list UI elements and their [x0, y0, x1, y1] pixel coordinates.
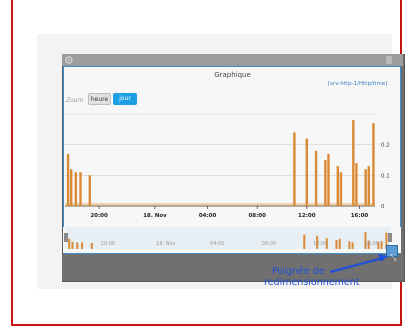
resize-handle-annotation: Poignée de redimensionnement — [264, 266, 359, 288]
annotation-line-2: redimensionnement — [264, 277, 360, 288]
annotation-line-1: Poignée de — [272, 266, 325, 277]
